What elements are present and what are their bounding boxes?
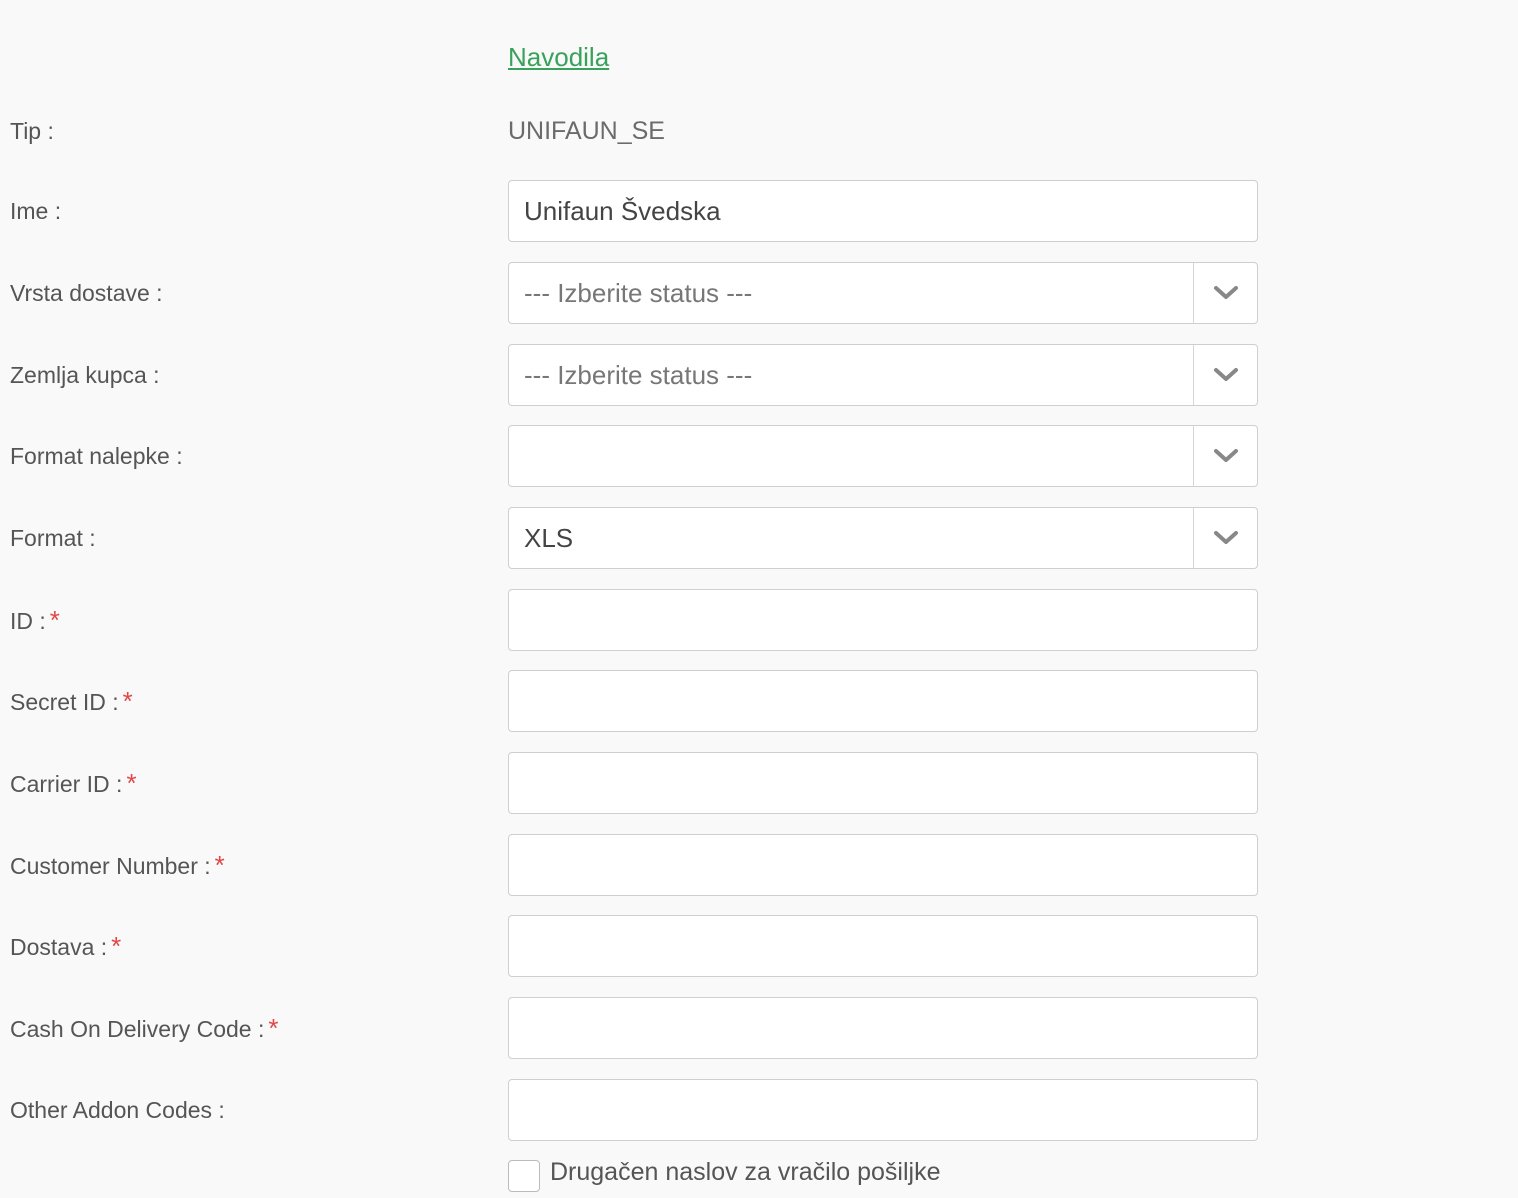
secret-id-input[interactable] <box>509 671 1257 731</box>
chevron-down-icon <box>1213 449 1238 462</box>
vrsta-dostave-placeholder: --- Izberite status --- <box>524 278 753 308</box>
carrier-id-field-wrapper <box>508 752 1258 814</box>
required-mark: * <box>122 686 133 716</box>
required-mark: * <box>214 850 225 880</box>
row-tip: Tip : UNIFAUN_SE <box>0 100 1518 162</box>
required-mark: * <box>126 768 137 798</box>
row-customer-number: Customer Number : * <box>0 834 1518 896</box>
label-vrsta-dostave: Vrsta dostave : <box>10 280 163 306</box>
row-id: ID : * <box>0 589 1518 651</box>
row-carrier-id: Carrier ID : * <box>0 752 1518 814</box>
label-cod-code-text: Cash On Delivery Code : <box>10 1016 265 1042</box>
dostava-field-wrapper <box>508 915 1258 977</box>
label-dostava-text: Dostava : <box>10 934 108 960</box>
required-mark: * <box>268 1013 279 1043</box>
row-ime: Ime : <box>0 180 1518 242</box>
row-vrsta-dostave: Vrsta dostave : --- Izberite status --- <box>0 262 1518 324</box>
row-format: Format : XLS <box>0 507 1518 569</box>
vrsta-dostave-select[interactable]: --- Izberite status --- <box>508 262 1258 324</box>
label-id-text: ID : <box>10 608 46 634</box>
row-other-addon-codes: Other Addon Codes : <box>0 1079 1518 1141</box>
label-ime: Ime : <box>10 198 62 224</box>
label-format: Format : <box>10 525 96 551</box>
secret-id-field-wrapper <box>508 670 1258 732</box>
carrier-id-input[interactable] <box>509 753 1257 813</box>
other-addon-codes-field-wrapper <box>508 1079 1258 1141</box>
row-dostava: Dostava : * <box>0 915 1518 977</box>
dostava-input[interactable] <box>509 916 1257 976</box>
format-nalepke-dropdown-button[interactable] <box>1193 426 1257 486</box>
row-zemlja-kupca: Zemlja kupca : --- Izberite status --- <box>0 344 1518 406</box>
chevron-down-icon <box>1213 286 1238 299</box>
label-customer-number: Customer Number : * <box>10 834 225 896</box>
return-address-checkbox[interactable] <box>508 1160 540 1192</box>
format-value: XLS <box>524 523 574 553</box>
cod-code-field-wrapper <box>508 997 1258 1059</box>
id-field-wrapper <box>508 589 1258 651</box>
format-dropdown-button[interactable] <box>1193 508 1257 568</box>
label-secret-id-text: Secret ID : <box>10 689 119 715</box>
label-id: ID : * <box>10 589 60 651</box>
zemlja-kupca-placeholder: --- Izberite status --- <box>524 360 753 390</box>
format-select[interactable]: XLS <box>508 507 1258 569</box>
id-input[interactable] <box>509 590 1257 650</box>
customer-number-field-wrapper <box>508 834 1258 896</box>
required-mark: * <box>111 931 122 961</box>
label-tip: Tip : <box>10 118 54 144</box>
label-carrier-id-text: Carrier ID : <box>10 771 123 797</box>
label-dostava: Dostava : * <box>10 915 121 977</box>
label-customer-number-text: Customer Number : <box>10 853 211 879</box>
row-secret-id: Secret ID : * <box>0 670 1518 732</box>
tip-value: UNIFAUN_SE <box>508 117 665 145</box>
instructions-link[interactable]: Navodila <box>508 42 609 73</box>
carrier-settings-form: Navodila Tip : UNIFAUN_SE Ime : Vrsta do… <box>0 0 1518 1192</box>
chevron-down-icon <box>1213 368 1238 381</box>
customer-number-input[interactable] <box>509 835 1257 895</box>
label-format-nalepke: Format nalepke : <box>10 443 183 469</box>
required-mark: * <box>49 605 60 635</box>
row-format-nalepke: Format nalepke : <box>0 425 1518 487</box>
row-cod-code: Cash On Delivery Code : * <box>0 997 1518 1059</box>
format-nalepke-select[interactable] <box>508 425 1258 487</box>
ime-field-wrapper <box>508 180 1258 242</box>
return-address-checkbox-label[interactable]: Drugačen naslov za vračilo pošiljke <box>550 1158 940 1187</box>
label-zemlja-kupca: Zemlja kupca : <box>10 362 160 388</box>
other-addon-codes-input[interactable] <box>509 1080 1257 1140</box>
vrsta-dostave-dropdown-button[interactable] <box>1193 263 1257 323</box>
label-other-addon-codes: Other Addon Codes : <box>10 1097 225 1123</box>
chevron-down-icon <box>1213 531 1238 544</box>
label-carrier-id: Carrier ID : * <box>10 752 137 814</box>
zemlja-kupca-select[interactable]: --- Izberite status --- <box>508 344 1258 406</box>
label-cod-code: Cash On Delivery Code : * <box>10 997 279 1059</box>
cod-code-input[interactable] <box>509 998 1257 1058</box>
ime-input[interactable] <box>509 181 1257 241</box>
label-secret-id: Secret ID : * <box>10 670 133 732</box>
zemlja-kupca-dropdown-button[interactable] <box>1193 345 1257 405</box>
